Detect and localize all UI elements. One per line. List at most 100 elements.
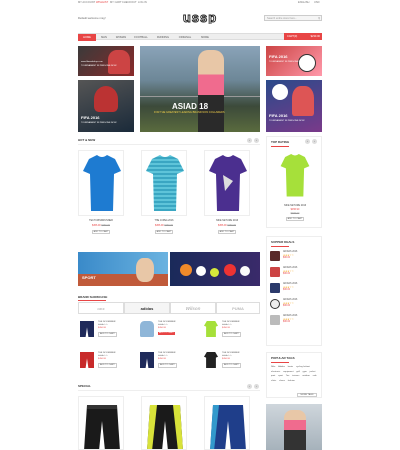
tag-link[interactable]: pant xyxy=(271,375,275,378)
tag-link[interactable]: sale xyxy=(313,375,317,378)
product-card[interactable]: TECH WINDRUNNER $456.90 $466.00 ADD TO C… xyxy=(78,150,124,234)
special-product-image[interactable] xyxy=(141,396,187,450)
tag-link[interactable]: outdoor xyxy=(302,375,309,378)
search-input[interactable]: Search entire store here... ⚲ xyxy=(264,15,322,21)
product-image[interactable] xyxy=(78,150,124,216)
special-product-image[interactable] xyxy=(204,396,250,450)
wishlist-link[interactable]: WISHLIST xyxy=(96,1,108,4)
deal-item[interactable]: ADIDAS 2016 ★★★☆☆ $36.00 xyxy=(270,282,322,296)
product-image[interactable] xyxy=(204,150,250,216)
showcase-add-to-cart[interactable]: ADD TO CART xyxy=(98,363,117,368)
checkout-link[interactable]: CHECKOUT xyxy=(122,1,137,4)
popular-tags-underline xyxy=(271,362,289,363)
add-to-cart-button[interactable]: ADD TO CART xyxy=(92,230,110,234)
tag-link[interactable]: jacket xyxy=(310,371,316,374)
top-rating-add-to-cart[interactable]: ADD TO CART xyxy=(286,217,304,221)
banner-left-bottom[interactable]: FIFA 2016 TOURNAMENT IN PERSONE NOW xyxy=(78,80,134,132)
brand-wilson[interactable]: Wilson xyxy=(170,302,216,314)
product-card[interactable]: NIKE NETURE 2016 $456.90 $466.00 ADD TO … xyxy=(204,150,250,234)
showcase-add-to-cart[interactable]: ADD TO CART xyxy=(158,332,175,335)
top-rating-image[interactable] xyxy=(272,151,318,201)
nav-home[interactable]: HOME xyxy=(78,34,96,41)
brand-puma[interactable]: PUMA xyxy=(216,302,260,314)
nav-football[interactable]: FOOTBALL xyxy=(130,34,152,41)
my-account-link[interactable]: MY ACCOUNT xyxy=(78,1,95,4)
showcase-item[interactable]: THE NOVEMBER ★★★☆☆ $456.90 ADD TO CART xyxy=(204,352,260,374)
banner-right-bottom[interactable]: FIFA 2016 TOURNAMENT IN PERSONE NOW xyxy=(266,80,322,132)
banner-right-bottom-sub: TOURNAMENT IN PERSONE NOW xyxy=(269,120,305,122)
hero-banner[interactable]: ASIAD 18 FOR THE GREATEST LEADING BRAND … xyxy=(140,46,260,132)
showcase-add-to-cart[interactable]: ADD TO CART xyxy=(222,363,241,368)
showcase-item[interactable]: THE NOVEMBER ★★★☆☆ $456.90 ADD TO CART xyxy=(140,352,196,374)
product-image[interactable] xyxy=(141,150,187,216)
product-name[interactable]: TECH WINDRUNNER xyxy=(78,219,124,223)
top-rating-next-arrow[interactable]: › xyxy=(312,139,317,144)
showcase-item[interactable]: THE NOVEMBER ★★★☆☆ $456.90 ADD TO CART xyxy=(80,352,136,374)
tag-link[interactable]: sport xyxy=(278,375,283,378)
popular-tags-title: POPULAR TAGS xyxy=(271,356,295,360)
showcase-add-to-cart[interactable]: ADD TO CART xyxy=(98,332,117,337)
banner-right-top[interactable]: FIFA 2016 TOURNAMENT IN PERSONE NOW xyxy=(266,46,322,76)
brand-nike[interactable]: NIKE xyxy=(78,302,124,314)
deal-item[interactable]: ADIDAS 2016 ★★★☆☆ $36.00 xyxy=(270,250,322,264)
banner-right-bottom-title: FIFA 2016 xyxy=(269,113,288,118)
special-product-image[interactable] xyxy=(78,396,124,450)
nav-woman[interactable]: WOMAN xyxy=(112,34,130,41)
showcase-item[interactable]: THE NOVEMBER ★★★☆☆ $456.90 ADD TO CART xyxy=(140,321,196,343)
tag-link[interactable]: golf xyxy=(296,371,300,374)
deal-item[interactable]: ADIDAS 2016 ★★★☆☆ $36.00 xyxy=(270,266,322,280)
showcase-item[interactable]: THE NOVEMBER ★★★☆☆ $456.90 ADD TO CART xyxy=(80,321,136,343)
language-select[interactable]: ENGLISH xyxy=(298,1,309,4)
logo[interactable]: ussp xyxy=(180,10,220,26)
special-next-arrow[interactable]: › xyxy=(254,384,259,389)
product-name[interactable]: THE JUPEA 2016 xyxy=(141,219,187,223)
hot-new-title: HOT & NEW xyxy=(78,138,96,142)
price-old: $466.00 xyxy=(164,224,173,227)
tag-link[interactable]: cycling helmet xyxy=(296,366,310,369)
deal-price: $36.00 xyxy=(283,257,291,259)
brand-adidas[interactable]: adidas xyxy=(124,302,170,314)
nav-running[interactable]: RUNNING xyxy=(152,34,174,41)
tshirt-green-image xyxy=(204,321,218,337)
banner-right-top-title: FIFA 2016 xyxy=(269,54,288,59)
my-cart-link[interactable]: MY CART xyxy=(110,1,122,4)
nav-man[interactable]: MAN xyxy=(96,34,112,41)
tag-link[interactable]: shoes xyxy=(279,380,285,383)
hot-new-next-arrow[interactable]: › xyxy=(254,138,259,143)
banner-left-top[interactable]: www.fifaworldcup.com TOURNAMENT IN PERSO… xyxy=(78,46,134,76)
tag-link[interactable]: gym xyxy=(303,371,307,374)
tag-link[interactable]: equipment xyxy=(283,371,293,374)
tag-link[interactable]: shirts xyxy=(271,380,276,383)
sport-banner-right[interactable] xyxy=(170,252,260,286)
showcase-add-to-cart[interactable]: ADD TO CART xyxy=(158,363,177,368)
search-icon[interactable]: ⚲ xyxy=(318,16,320,21)
tag-link[interactable]: electronic xyxy=(271,371,280,374)
add-to-cart-button[interactable]: ADD TO CART xyxy=(155,230,173,234)
top-rating-prev-arrow[interactable]: ‹ xyxy=(305,139,310,144)
cart-button[interactable]: CART(0) $230.00 xyxy=(284,33,322,40)
product-name[interactable]: NIKE NETURE 2016 xyxy=(204,219,250,223)
hot-new-prev-arrow[interactable]: ‹ xyxy=(247,138,252,143)
tag-link[interactable]: Nike xyxy=(271,366,275,369)
add-to-cart-button[interactable]: ADD TO CART xyxy=(218,230,236,234)
special-prev-arrow[interactable]: ‹ xyxy=(247,384,252,389)
showcase-item[interactable]: THE NOVEMBER ★★★☆☆ $456.90 ADD TO CART xyxy=(204,321,260,343)
tag-link[interactable]: Adidas xyxy=(278,366,285,369)
tag-link[interactable]: Tee xyxy=(286,375,290,378)
showcase-add-to-cart[interactable]: ADD TO CART xyxy=(222,332,241,337)
product-card[interactable]: THE JUPEA 2016 $456.90 $466.00 ADD TO CA… xyxy=(141,150,187,234)
currency-select[interactable]: USD xyxy=(314,1,319,4)
more-tags-button[interactable]: MORE TAGS xyxy=(297,393,317,397)
deal-item[interactable]: ADIDAS 2016 ★★★☆☆ $36.00 xyxy=(270,314,322,328)
nav-more[interactable]: MORE xyxy=(196,34,214,41)
sidebar-promo-image[interactable] xyxy=(266,404,322,450)
tag-link[interactable]: fashion xyxy=(288,380,295,383)
tag-link[interactable]: boots xyxy=(288,366,293,369)
price-current: $456.90 xyxy=(218,224,227,227)
login-link[interactable]: LOG IN xyxy=(138,1,147,4)
tag-link[interactable]: trainers xyxy=(292,375,299,378)
deal-item[interactable]: ADIDAS 2016 ★★★☆☆ $36.00 xyxy=(270,298,322,312)
deal-price: $36.00 xyxy=(283,305,291,307)
sport-banner-left[interactable]: SPORT xyxy=(78,252,168,286)
nav-original[interactable]: ORIGINAL xyxy=(174,34,196,41)
